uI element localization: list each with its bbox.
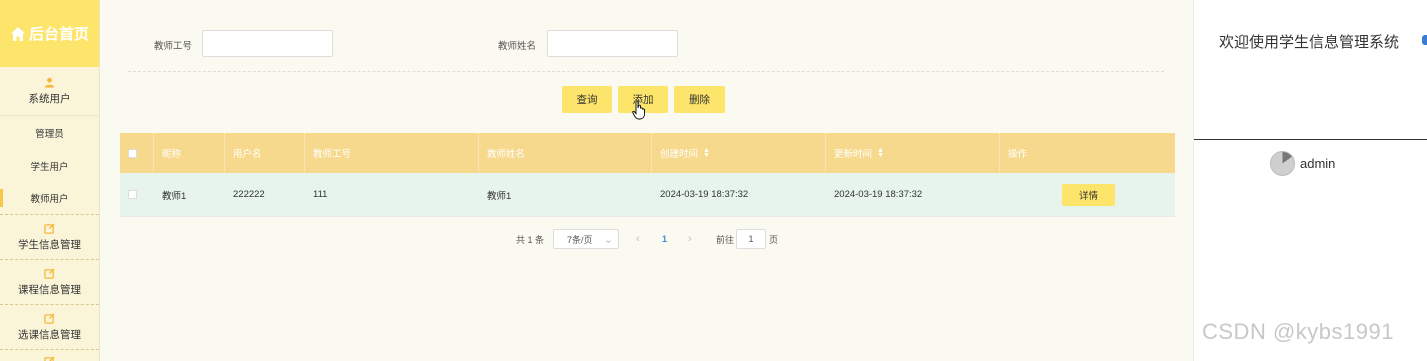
divider [128,71,1164,72]
table-row: 教师1 222222 111 教师1 2024-03-19 18:37:32 2… [120,173,1175,217]
sort-icon[interactable]: ▲ ▼ [703,147,710,159]
pagination: 共 1 条 7条/页 ⌄ ‹ 1 › 前往 1 页 [101,229,1193,249]
query-button[interactable]: 查询 [562,86,612,113]
teacher-name-input[interactable] [547,30,678,57]
menu-course-info-label: 课程信息管理 [18,283,81,296]
search-form: 教师工号 教师姓名 [101,30,1193,58]
cell-teacher-no: 111 [313,189,328,200]
page-size-select[interactable]: 7条/页 ⌄ [553,229,619,249]
detail-button[interactable]: 详情 [1062,183,1115,206]
hand-cursor-icon [632,100,645,120]
header-teacher-no-label: 教师工号 [313,149,352,160]
header-teacher-name: 教师姓名 [479,133,652,173]
edge-indicator [1422,35,1427,45]
cell-created: 2024-03-19 18:37:32 [660,189,749,200]
teacher-no-input[interactable] [202,30,333,57]
page-unit-label: 页 [769,234,779,245]
page-size-value: 7条/页 [567,234,593,245]
row-select[interactable] [120,173,154,216]
cell-actions: 详情 [1000,173,1175,216]
edit-icon [44,312,55,324]
user-icon [44,77,55,88]
prev-page-button[interactable]: ‹ [636,229,640,249]
header-actions: 操作 [1000,133,1175,173]
sidebar-item-admin[interactable]: 管理员 [0,116,99,149]
sort-icon[interactable]: ▲ ▼ [877,147,884,159]
goto-input[interactable]: 1 [736,229,766,249]
table-header: 昵称 用户名 教师工号 教师姓名 创建时间 ▲ ▼ 更新时间 ▲ ▼ 操作 [120,133,1175,173]
data-table: 昵称 用户名 教师工号 教师姓名 创建时间 ▲ ▼ 更新时间 ▲ ▼ 操作 教师1 22… [120,133,1175,217]
header-updated[interactable]: 更新时间 ▲ ▼ [826,133,1000,173]
cell-nickname: 教师1 [162,190,187,202]
divider [1194,139,1427,140]
sidebar-item-student-users[interactable]: 学生用户 [0,149,99,182]
welcome-title: 欢迎使用学生信息管理系统 [1219,34,1400,51]
header-nickname-label: 昵称 [162,149,182,160]
menu-course-info[interactable]: 课程信息管理 [0,260,99,305]
row-checkbox[interactable] [128,190,137,199]
header-username-label: 用户名 [233,149,262,160]
watermark: CSDN @kybs1991 [1202,319,1394,344]
goto-label: 前往 [716,234,735,245]
main-content: 教师工号 教师姓名 查询 添加 删除 昵称 用户名 教师工号 教师姓名 创建时间… [101,0,1193,361]
header-username: 用户名 [225,133,305,173]
home-menu[interactable]: 后台首页 [0,0,99,67]
total-count: 共 1 条 [516,234,545,245]
header-created[interactable]: 创建时间 ▲ ▼ [652,133,826,173]
chevron-down-icon: ⌄ [603,233,613,246]
menu-system-users-label: 系统用户 [28,92,71,105]
username-label: admin [1300,156,1336,171]
delete-button[interactable]: 删除 [674,86,725,113]
edit-icon [44,222,55,234]
menu-course-selection[interactable]: 选课信息管理 [0,305,99,350]
home-label: 后台首页 [28,26,89,43]
header-actions-label: 操作 [1008,149,1028,160]
header-teacher-name-label: 教师姓名 [487,149,526,160]
header-select-all[interactable] [120,133,154,173]
menu-more[interactable] [0,350,99,361]
header-teacher-no: 教师工号 [305,133,479,173]
next-page-button[interactable]: › [688,229,692,249]
select-all-checkbox[interactable] [128,148,137,158]
menu-course-selection-label: 选课信息管理 [18,328,81,341]
sidebar-item-teacher-users[interactable]: 教师用户 [0,182,99,215]
sidebar-item-student-users-label: 学生用户 [30,161,69,173]
cell-updated: 2024-03-19 18:37:32 [834,189,923,200]
sidebar-item-teacher-users-label: 教师用户 [30,194,69,205]
cell-username: 222222 [233,189,265,200]
header-created-label: 创建时间 [660,149,699,160]
current-page[interactable]: 1 [662,229,667,249]
sidebar: 后台首页 系统用户 管理员 学生用户 教师用户 学生信息管理 课程信息管理 选课… [0,0,100,361]
avatar[interactable] [1270,151,1295,176]
header-nickname: 昵称 [154,133,225,173]
teacher-no-label: 教师工号 [154,41,193,52]
menu-student-info-label: 学生信息管理 [18,238,81,251]
menu-system-users[interactable]: 系统用户 [0,67,99,116]
menu-student-info[interactable]: 学生信息管理 [0,215,99,260]
sidebar-item-admin-label: 管理员 [35,128,64,140]
header-updated-label: 更新时间 [834,149,873,160]
edit-icon [44,267,55,279]
cell-teacher-name: 教师1 [487,190,512,202]
teacher-name-label: 教师姓名 [498,41,537,52]
user-info[interactable]: admin [1270,151,1335,176]
right-panel: 欢迎使用学生信息管理系统 admin CSDN @kybs1991 [1193,0,1427,361]
edit-icon [44,356,55,361]
home-icon [10,26,25,41]
